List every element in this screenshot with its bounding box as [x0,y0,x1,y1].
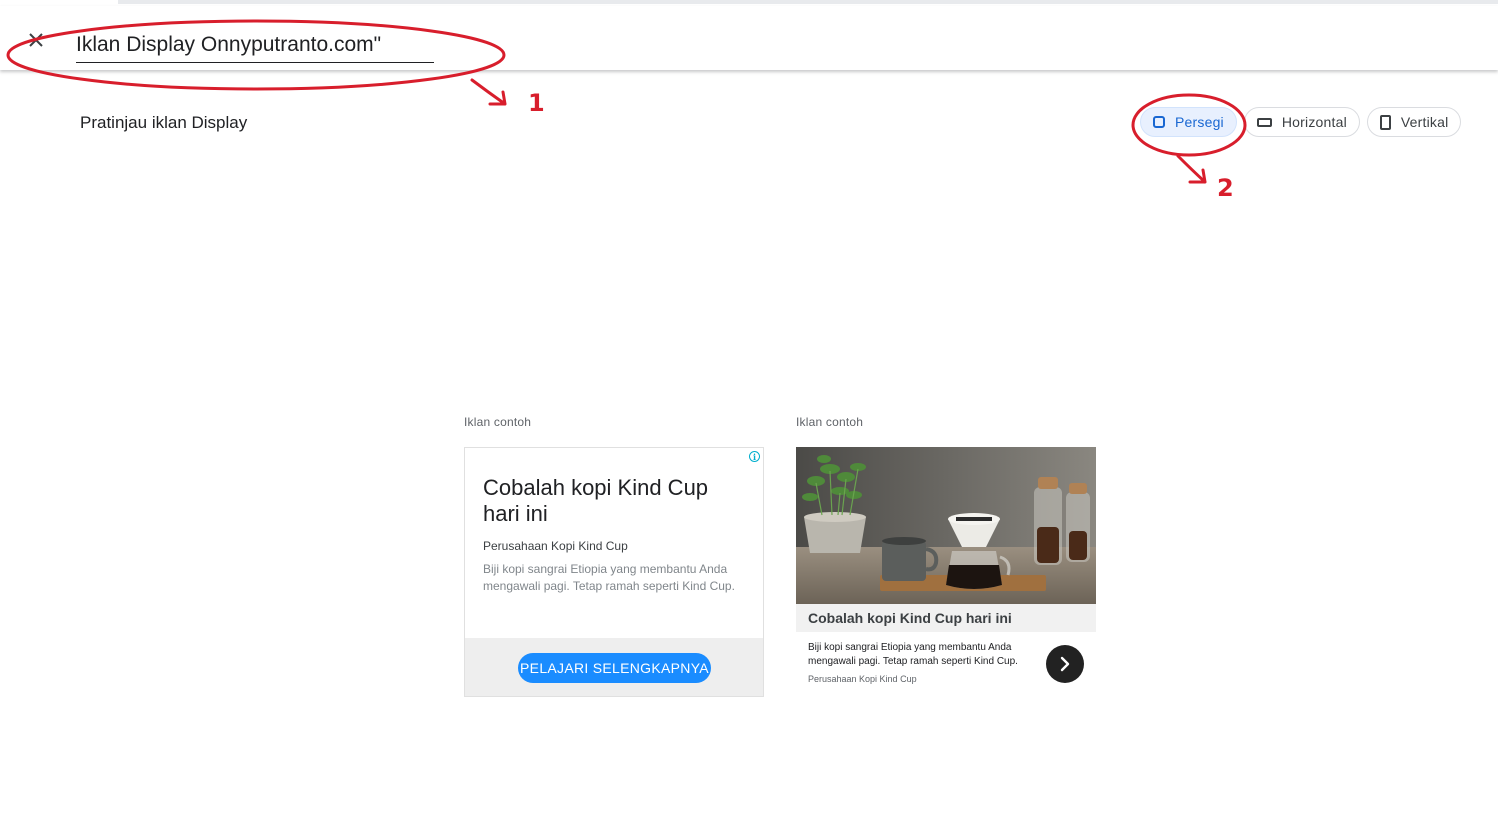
adchoices-info-icon[interactable]: i [749,451,760,462]
chevron-right-icon [1060,656,1070,672]
sample-ad-label: Iklan contoh [796,415,864,429]
ad-description: Biji kopi sangrai Etiopia yang membantu … [483,562,735,593]
annotation-number-1: 1 [528,89,545,117]
sample-ad-image[interactable]: Cobalah kopi Kind Cup hari ini Biji kopi… [796,447,1096,697]
sample-ad-label: Iklan contoh [464,415,532,429]
ad-name-input[interactable] [76,28,434,63]
top-divider [118,0,1498,4]
ad-description: Biji kopi sangrai Etiopia yang membantu … [808,642,1018,667]
square-icon [1153,116,1165,128]
format-toggle-group: Persegi Horizontal Vertikal [1140,107,1468,137]
ad-footer: PELAJARI SELENGKAPNYA [465,638,763,696]
format-chip-square[interactable]: Persegi [1140,107,1237,137]
sample-ad-text[interactable]: i Cobalah kopi Kind Cup hari ini Perusah… [464,447,764,697]
format-chip-horizontal[interactable]: Horizontal [1243,107,1360,137]
format-chip-vertical[interactable]: Vertikal [1366,107,1462,137]
coffee-pour-over-image [796,447,1096,604]
ad-company: Perusahaan Kopi Kind Cup [808,674,917,684]
ad-headline: Cobalah kopi Kind Cup hari ini [483,475,709,526]
ad-company: Perusahaan Kopi Kind Cup [483,539,628,553]
learn-more-button[interactable]: PELAJARI SELENGKAPNYA [518,653,711,683]
format-chip-label: Persegi [1175,114,1224,130]
next-button[interactable] [1046,645,1084,683]
ad-headline: Cobalah kopi Kind Cup hari ini [808,610,1012,626]
close-button[interactable] [20,24,52,56]
annotation-number-2: 2 [1217,174,1234,202]
format-chip-label: Vertikal [1400,114,1449,130]
close-icon [29,33,43,47]
preview-title: Pratinjau iklan Display [80,113,248,132]
vertical-rectangle-icon [1379,114,1391,130]
annotation-arrow-1 [470,78,507,106]
annotation-arrow-2 [1176,154,1207,184]
format-chip-label: Horizontal [1281,114,1347,130]
ad-name-header [0,6,1498,70]
horizontal-rectangle-icon [1256,117,1272,127]
ad-headline-bar: Cobalah kopi Kind Cup hari ini [796,604,1096,632]
